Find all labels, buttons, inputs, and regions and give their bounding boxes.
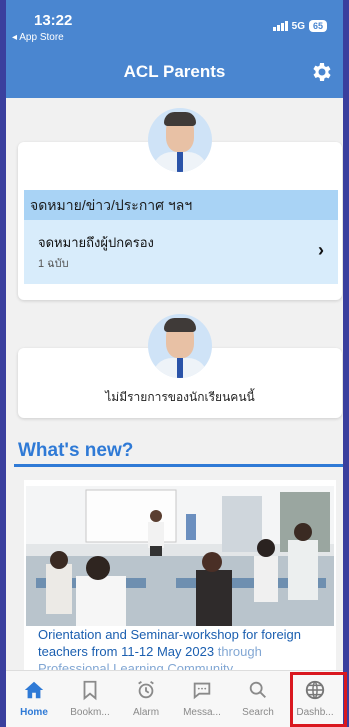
tab-home[interactable]: Home: [6, 671, 62, 727]
bookmark-icon: [83, 680, 97, 701]
battery-icon: 65: [308, 20, 327, 32]
tab-bookmark[interactable]: Bookm...: [62, 671, 118, 727]
tab-bookmark-label: Bookm...: [70, 707, 110, 718]
whats-new-heading: What's new?: [18, 440, 134, 461]
tab-alarm[interactable]: Alarm: [118, 671, 174, 727]
tab-alarm-label: Alarm: [132, 707, 160, 718]
student-avatar-2: [148, 314, 212, 378]
app-frame: 13:22 ◂ App Store 5G 65 ACL Parents จดหม…: [6, 0, 343, 727]
status-bar: 13:22 ◂ App Store 5G 65: [6, 0, 343, 46]
news-card[interactable]: Orientation and Seminar-workshop for for…: [24, 480, 336, 680]
tab-messages[interactable]: Messa...: [174, 671, 230, 727]
chevron-right-icon: ›: [318, 240, 324, 260]
dashboard-tab-highlight: [290, 672, 347, 727]
alarm-icon: [138, 680, 154, 699]
nav-bar: ACL Parents: [6, 46, 343, 98]
network-label: 5G: [291, 20, 305, 32]
page-title: ACL Parents: [123, 62, 226, 81]
search-icon: [249, 681, 266, 698]
tab-messages-label: Messa...: [183, 707, 221, 718]
tab-search-label: Search: [242, 707, 274, 718]
no-items-text: ไม่มีรายการของนักเรียนคนนี้: [105, 390, 255, 404]
back-to-app-store[interactable]: ◂ App Store: [12, 32, 64, 43]
signal-icon: [272, 21, 288, 31]
status-time: 13:22: [34, 12, 73, 29]
news-photo: [26, 486, 334, 626]
whats-new-divider: [14, 464, 343, 467]
home-icon: [24, 681, 44, 699]
gear-icon[interactable]: [309, 60, 333, 84]
status-indicators: 5G 65: [272, 20, 327, 32]
letters-row-title: จดหมายถึงผู้ปกครอง: [38, 235, 154, 250]
letters-row-count: 1 ฉบับ: [38, 258, 69, 270]
tab-home-label: Home: [20, 707, 48, 718]
student-avatar-1: [148, 108, 212, 172]
section-header-news: จดหมาย/ข่าว/ประกาศ ฯลฯ: [24, 190, 338, 220]
tab-search[interactable]: Search: [230, 671, 286, 727]
message-icon: [193, 682, 211, 700]
letters-row[interactable]: จดหมายถึงผู้ปกครอง 1 ฉบับ ›: [24, 220, 338, 284]
